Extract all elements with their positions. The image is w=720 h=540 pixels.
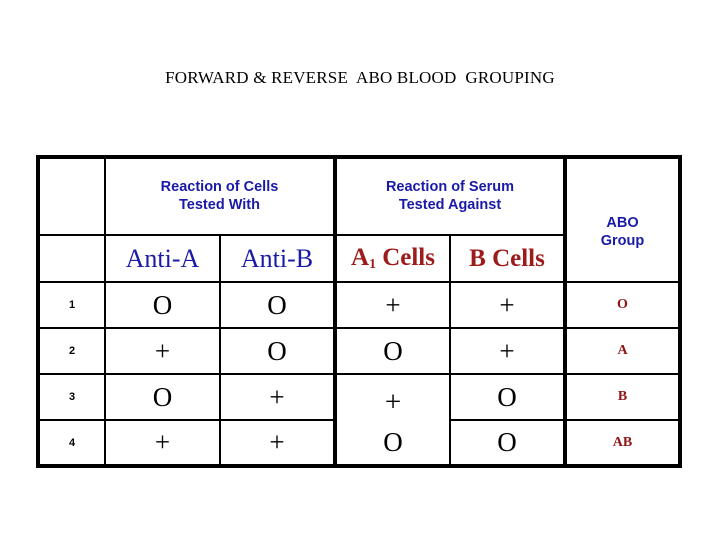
cell-a1-cells: O <box>333 419 451 468</box>
cell-anti-a: O <box>104 281 221 329</box>
header-row-number-blank <box>36 234 106 283</box>
table-row: 2 + O O + A <box>36 327 682 375</box>
cell-anti-a: O <box>104 373 221 421</box>
header-reaction-of-serum: Reaction of Serum Tested Against <box>333 155 566 236</box>
cell-abo-group: B <box>563 373 682 421</box>
cell-b-cells: + <box>449 327 566 375</box>
row-number: 4 <box>36 419 106 468</box>
header-reaction-of-cells: Reaction of Cells Tested With <box>104 155 336 236</box>
row-number: 1 <box>36 281 106 329</box>
header-a1-cells-subscript: 1 <box>369 256 376 272</box>
header-b-cells: B Cells <box>449 234 566 283</box>
cell-anti-a: + <box>104 419 221 468</box>
header-a1-cells: A1 Cells <box>333 234 451 283</box>
abo-grouping-table: Reaction of Cells Tested With Reaction o… <box>36 155 682 468</box>
cell-abo-group: A <box>563 327 682 375</box>
cell-anti-b: O <box>219 281 336 329</box>
cell-abo-group: O <box>563 281 682 329</box>
cell-anti-b: + <box>219 373 336 421</box>
cell-b-cells: O <box>449 419 566 468</box>
table-row: 3 O + + O B <box>36 373 682 426</box>
cell-a1-cells: + <box>333 378 451 426</box>
header-anti-a: Anti-A <box>104 234 221 283</box>
header-abo-group: ABO Group <box>563 155 682 283</box>
table-header-group-row: Reaction of Cells Tested With Reaction o… <box>36 155 682 283</box>
row-number: 3 <box>36 373 106 421</box>
cell-a1-cells: O <box>333 327 451 375</box>
cell-abo-group: AB <box>563 419 682 468</box>
header-corner-blank <box>36 155 106 236</box>
header-a1-cells-suffix: Cells <box>375 244 435 272</box>
header-a1-cells-prefix: A <box>351 244 370 272</box>
cell-b-cells: O <box>449 373 566 421</box>
table-row: 4 + + O O AB <box>36 419 682 468</box>
row-number: 2 <box>36 327 106 375</box>
header-anti-b: Anti-B <box>219 234 336 283</box>
cell-anti-b: O <box>219 327 336 375</box>
table-row: 1 O O + + O <box>36 281 682 329</box>
cell-a1-cells: + <box>333 281 451 329</box>
cell-b-cells: + <box>449 281 566 329</box>
cell-anti-a: + <box>104 327 221 375</box>
page-title: FORWARD & REVERSE ABO BLOOD GROUPING <box>165 68 555 87</box>
cell-anti-b: + <box>219 419 336 468</box>
